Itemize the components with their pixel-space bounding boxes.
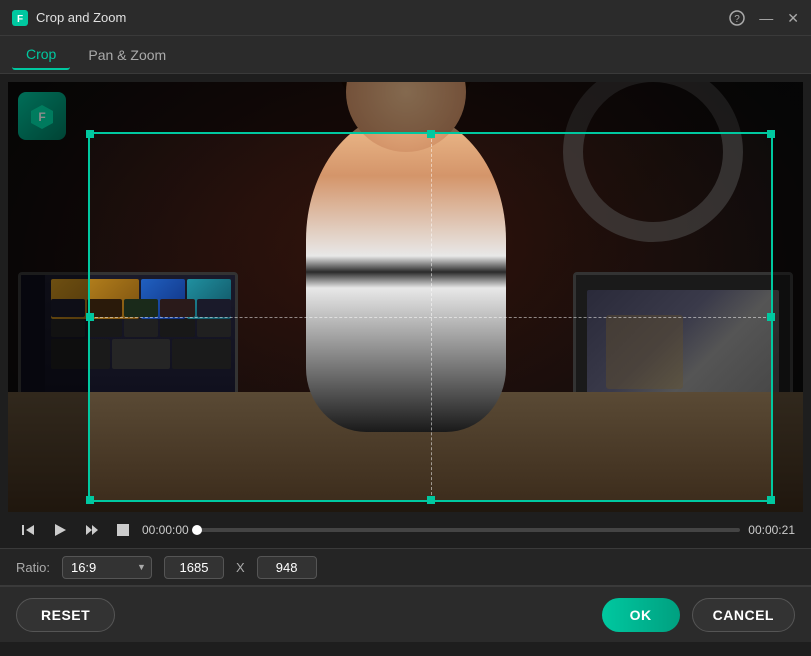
title-bar: F Crop and Zoom ? — ✕ bbox=[0, 0, 811, 36]
close-button[interactable]: ✕ bbox=[787, 11, 799, 25]
stop-button[interactable] bbox=[112, 519, 134, 541]
progress-bar[interactable] bbox=[197, 528, 741, 532]
help-button[interactable]: ? bbox=[729, 10, 745, 26]
minimize-button[interactable]: — bbox=[759, 11, 773, 25]
cancel-button[interactable]: CANCEL bbox=[692, 598, 795, 632]
height-input[interactable] bbox=[257, 556, 317, 579]
x-separator: X bbox=[236, 560, 245, 575]
ratio-select-wrap: 16:9 4:3 1:1 9:16 Custom bbox=[62, 556, 152, 579]
watermark-icon: F bbox=[18, 92, 66, 140]
time-end: 00:00:21 bbox=[748, 523, 795, 537]
time-current: 00:00:00 bbox=[142, 523, 189, 537]
person-body bbox=[306, 112, 506, 432]
ratio-bar: Ratio: 16:9 4:3 1:1 9:16 Custom X bbox=[0, 548, 811, 586]
app-icon: F bbox=[12, 10, 28, 26]
progress-thumb[interactable] bbox=[192, 525, 202, 535]
fast-forward-button[interactable] bbox=[80, 518, 104, 542]
svg-text:F: F bbox=[17, 14, 23, 25]
width-input[interactable] bbox=[164, 556, 224, 579]
step-back-button[interactable] bbox=[16, 518, 40, 542]
ok-button[interactable]: OK bbox=[602, 598, 680, 632]
tabs-bar: Crop Pan & Zoom bbox=[0, 36, 811, 74]
svg-text:?: ? bbox=[734, 14, 740, 25]
ratio-select[interactable]: 16:9 4:3 1:1 9:16 Custom bbox=[62, 556, 152, 579]
playback-controls: 00:00:00 00:00:21 bbox=[8, 512, 803, 548]
ratio-label: Ratio: bbox=[16, 560, 50, 575]
reset-button[interactable]: RESET bbox=[16, 598, 115, 632]
tab-crop[interactable]: Crop bbox=[12, 40, 70, 70]
svg-text:F: F bbox=[38, 110, 45, 124]
tab-pan-zoom[interactable]: Pan & Zoom bbox=[74, 41, 180, 69]
footer: RESET OK CANCEL bbox=[0, 586, 811, 642]
video-area: F bbox=[8, 82, 803, 512]
window-title: Crop and Zoom bbox=[36, 10, 126, 25]
play-button[interactable] bbox=[48, 518, 72, 542]
